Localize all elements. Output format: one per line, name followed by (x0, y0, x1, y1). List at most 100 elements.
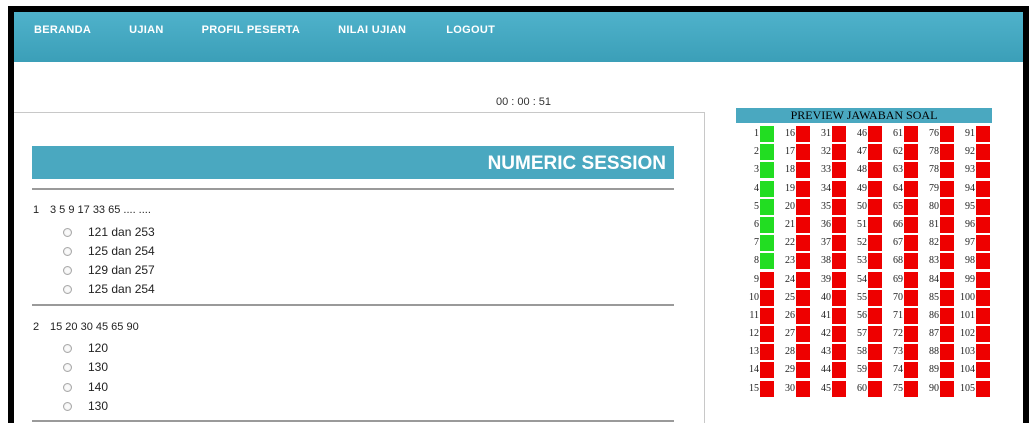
answer-cell[interactable]: 70 (884, 289, 920, 307)
answer-cell[interactable]: 28 (776, 343, 812, 361)
radio-button[interactable] (63, 246, 72, 256)
answer-status-marker[interactable] (868, 326, 882, 343)
answer-cell[interactable]: 75 (884, 380, 920, 398)
answer-cell[interactable]: 12 (740, 325, 776, 343)
nav-nilai-ujian[interactable]: NILAI UJIAN (338, 12, 406, 36)
answer-status-marker[interactable] (868, 344, 882, 361)
answer-status-marker[interactable] (760, 307, 774, 324)
answer-status-marker[interactable] (832, 235, 846, 252)
answer-status-marker[interactable] (760, 362, 774, 379)
answer-cell[interactable]: 47 (848, 143, 884, 161)
answer-cell[interactable]: 63 (884, 161, 920, 179)
answer-cell[interactable]: 81 (920, 216, 956, 234)
answer-cell[interactable]: 24 (776, 271, 812, 289)
answer-status-marker[interactable] (940, 344, 954, 361)
answer-status-marker[interactable] (796, 216, 810, 233)
option-2d[interactable]: 130 (63, 399, 108, 413)
answer-cell[interactable]: 102 (956, 325, 992, 343)
answer-cell[interactable]: 62 (884, 143, 920, 161)
answer-cell[interactable]: 92 (956, 143, 992, 161)
answer-cell[interactable]: 67 (884, 234, 920, 252)
answer-cell[interactable]: 39 (812, 271, 848, 289)
answer-cell[interactable]: 88 (920, 343, 956, 361)
answer-status-marker[interactable] (760, 344, 774, 361)
answer-status-marker[interactable] (940, 180, 954, 197)
answer-cell[interactable]: 83 (920, 252, 956, 270)
answer-status-marker[interactable] (760, 326, 774, 343)
answer-status-marker[interactable] (832, 344, 846, 361)
answer-status-marker[interactable] (796, 253, 810, 270)
answer-status-marker[interactable] (904, 326, 918, 343)
answer-status-marker[interactable] (976, 289, 990, 306)
option-1d[interactable]: 125 dan 254 (63, 282, 155, 296)
answer-status-marker[interactable] (904, 362, 918, 379)
answer-cell[interactable]: 61 (884, 125, 920, 143)
answer-cell[interactable]: 8 (740, 252, 776, 270)
answer-cell[interactable]: 22 (776, 234, 812, 252)
answer-cell[interactable]: 21 (776, 216, 812, 234)
answer-status-marker[interactable] (976, 216, 990, 233)
answer-status-marker[interactable] (760, 126, 774, 142)
answer-status-marker[interactable] (796, 126, 810, 142)
answer-status-marker[interactable] (832, 180, 846, 197)
answer-cell[interactable]: 32 (812, 143, 848, 161)
answer-status-marker[interactable] (940, 126, 954, 142)
nav-profil-peserta[interactable]: PROFIL PESERTA (202, 12, 301, 36)
answer-status-marker[interactable] (868, 162, 882, 179)
answer-cell[interactable]: 56 (848, 307, 884, 325)
answer-cell[interactable]: 3 (740, 161, 776, 179)
answer-cell[interactable]: 33 (812, 161, 848, 179)
answer-status-marker[interactable] (904, 253, 918, 270)
answer-status-marker[interactable] (832, 253, 846, 270)
answer-cell[interactable]: 87 (920, 325, 956, 343)
nav-logout[interactable]: LOGOUT (446, 12, 495, 36)
answer-status-marker[interactable] (868, 289, 882, 306)
answer-status-marker[interactable] (904, 235, 918, 252)
answer-cell[interactable]: 14 (740, 361, 776, 379)
answer-status-marker[interactable] (868, 235, 882, 252)
answer-status-marker[interactable] (904, 344, 918, 361)
answer-status-marker[interactable] (760, 289, 774, 306)
answer-cell[interactable]: 45 (812, 380, 848, 398)
answer-status-marker[interactable] (796, 380, 810, 397)
answer-status-marker[interactable] (904, 271, 918, 288)
answer-cell[interactable]: 69 (884, 271, 920, 289)
answer-cell[interactable]: 36 (812, 216, 848, 234)
answer-status-marker[interactable] (976, 362, 990, 379)
answer-cell[interactable]: 96 (956, 216, 992, 234)
option-1a[interactable]: 121 dan 253 (63, 225, 155, 239)
answer-status-marker[interactable] (976, 144, 990, 161)
answer-cell[interactable]: 105 (956, 380, 992, 398)
answer-cell[interactable]: 99 (956, 271, 992, 289)
answer-cell[interactable]: 84 (920, 271, 956, 289)
answer-cell[interactable]: 5 (740, 198, 776, 216)
answer-cell[interactable]: 38 (812, 252, 848, 270)
option-2c[interactable]: 140 (63, 380, 108, 394)
answer-cell[interactable]: 42 (812, 325, 848, 343)
answer-cell[interactable]: 76 (920, 125, 956, 143)
answer-cell[interactable]: 40 (812, 289, 848, 307)
radio-button[interactable] (63, 284, 72, 294)
answer-cell[interactable]: 93 (956, 161, 992, 179)
answer-status-marker[interactable] (760, 198, 774, 215)
answer-cell[interactable]: 11 (740, 307, 776, 325)
answer-cell[interactable]: 78 (920, 161, 956, 179)
answer-status-marker[interactable] (760, 144, 774, 161)
answer-cell[interactable]: 27 (776, 325, 812, 343)
answer-cell[interactable]: 72 (884, 325, 920, 343)
answer-cell[interactable]: 54 (848, 271, 884, 289)
answer-status-marker[interactable] (940, 362, 954, 379)
answer-status-marker[interactable] (868, 271, 882, 288)
answer-cell[interactable]: 46 (848, 125, 884, 143)
answer-cell[interactable]: 1 (740, 125, 776, 143)
answer-status-marker[interactable] (796, 289, 810, 306)
answer-status-marker[interactable] (904, 380, 918, 397)
answer-status-marker[interactable] (760, 180, 774, 197)
answer-status-marker[interactable] (940, 326, 954, 343)
answer-cell[interactable]: 20 (776, 198, 812, 216)
answer-cell[interactable]: 29 (776, 361, 812, 379)
radio-button[interactable] (63, 265, 72, 275)
answer-status-marker[interactable] (868, 380, 882, 397)
answer-status-marker[interactable] (976, 253, 990, 270)
answer-status-marker[interactable] (940, 307, 954, 324)
